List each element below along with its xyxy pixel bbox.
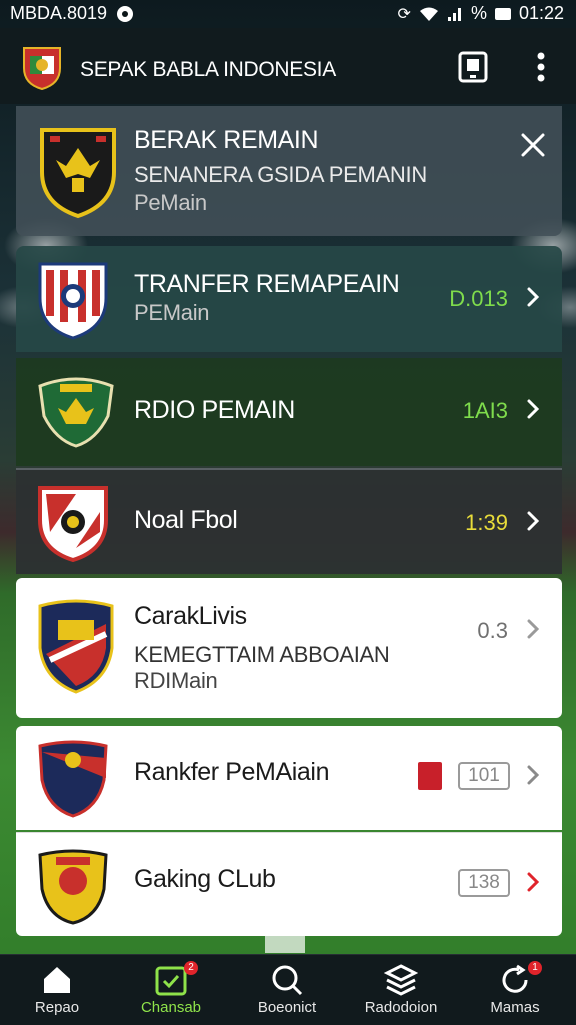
item-value: 138 bbox=[458, 869, 510, 897]
search-icon bbox=[272, 965, 303, 996]
sync-icon: ⟳ bbox=[397, 5, 411, 23]
nav-layers[interactable]: Radodoion bbox=[346, 955, 456, 1025]
chevron-right-icon[interactable] bbox=[522, 764, 544, 786]
close-icon[interactable] bbox=[520, 132, 546, 158]
bottom-navigation: Repao 2 Chansab Boeonict Radodoion 1 Mam… bbox=[0, 954, 576, 1025]
notification-icon bbox=[117, 5, 134, 22]
signal-icon bbox=[447, 7, 461, 21]
item-title: BERAK REMAIN bbox=[134, 126, 319, 154]
list-item[interactable]: Rankfer PeMAiain 101 bbox=[16, 726, 562, 830]
item-value: 101 bbox=[458, 762, 510, 790]
nav-label: Repao bbox=[34, 999, 80, 1016]
list-item[interactable]: TRANFER REMAPEAIN PEMain D.013 bbox=[16, 246, 562, 352]
club-crest-icon bbox=[38, 599, 114, 694]
club-crest-icon bbox=[23, 47, 61, 90]
nav-schedule[interactable]: 2 Chansab bbox=[116, 955, 226, 1025]
item-value: D.013 bbox=[449, 286, 508, 311]
home-icon bbox=[44, 967, 70, 993]
battery-icon bbox=[494, 7, 511, 20]
pitch-line bbox=[265, 935, 305, 953]
item-title: Rankfer PeMAiain bbox=[134, 758, 330, 786]
item-subtitle: SENANERA GSIDA PEMANIN bbox=[134, 162, 427, 187]
garuda-crest-icon bbox=[38, 377, 114, 448]
nav-home[interactable]: Repao bbox=[2, 955, 112, 1025]
item-title: TRANFER REMAPEAIN bbox=[134, 270, 400, 298]
refresh-icon bbox=[502, 964, 528, 993]
item-subtitle: PEMain bbox=[134, 300, 210, 325]
nav-label: Boeonict bbox=[257, 999, 317, 1016]
list-item[interactable]: BERAK REMAIN SENANERA GSIDA PEMANIN PeMa… bbox=[16, 106, 562, 236]
status-bar: MBDA.8019 ⟳ % 01:22 bbox=[0, 0, 576, 28]
club-crest-icon bbox=[38, 740, 108, 818]
item-detail: PeMain bbox=[134, 190, 207, 215]
chevron-right-icon[interactable] bbox=[522, 398, 544, 420]
chevron-right-icon[interactable] bbox=[522, 871, 544, 893]
status-time: 01:22 bbox=[518, 3, 564, 23]
nav-label: Mamas bbox=[490, 999, 540, 1016]
calendar-check-icon bbox=[155, 966, 187, 996]
item-title: CarakLivis bbox=[134, 602, 247, 630]
flag-icon bbox=[418, 762, 442, 790]
tablet-button[interactable] bbox=[456, 50, 490, 84]
club-crest-icon bbox=[38, 849, 108, 925]
list-item[interactable]: RDIO PEMAIN 1AI3 bbox=[16, 358, 562, 466]
nav-search[interactable]: Boeonict bbox=[232, 955, 342, 1025]
list-item[interactable]: Gaking CLub 138 bbox=[16, 832, 562, 936]
item-subtitle: KEMEGTTAIM ABBOAIAN bbox=[134, 642, 390, 667]
nav-more[interactable]: 1 Mamas bbox=[460, 955, 570, 1025]
club-crest-icon bbox=[38, 486, 108, 562]
item-title: Gaking CLub bbox=[134, 865, 276, 893]
nav-label: Chansab bbox=[140, 999, 202, 1016]
item-title: Noal Fbol bbox=[134, 506, 238, 534]
item-value: 1AI3 bbox=[462, 398, 508, 423]
more-vert-icon bbox=[537, 52, 545, 82]
status-carrier: MBDA.8019 bbox=[10, 3, 108, 23]
chevron-right-icon[interactable] bbox=[522, 286, 544, 308]
nav-label: Radodoion bbox=[364, 999, 438, 1016]
item-title: RDIO PEMAIN bbox=[134, 396, 295, 424]
app-bar: SEPAK BABLA INDONESIA bbox=[0, 28, 576, 104]
item-detail: RDIMain bbox=[134, 668, 218, 693]
wifi-icon bbox=[419, 7, 438, 21]
signal-percent: % bbox=[470, 3, 487, 23]
chevron-right-icon[interactable] bbox=[522, 618, 544, 640]
item-value: 0.3 bbox=[477, 618, 508, 643]
eagle-crest-icon bbox=[40, 128, 116, 219]
item-value: 1:39 bbox=[465, 510, 508, 535]
more-options-button[interactable] bbox=[524, 50, 558, 84]
tablet-icon bbox=[458, 51, 488, 83]
notification-badge: 1 bbox=[528, 961, 542, 975]
list-item[interactable]: Noal Fbol 1:39 bbox=[16, 468, 562, 574]
notification-badge: 2 bbox=[184, 961, 198, 975]
list-item[interactable]: CarakLivis KEMEGTTAIM ABBOAIAN RDIMain 0… bbox=[16, 578, 562, 718]
layers-icon bbox=[384, 964, 418, 996]
chevron-right-icon[interactable] bbox=[522, 510, 544, 532]
app-title: SEPAK BABLA INDONESIA bbox=[80, 58, 336, 81]
club-crest-icon bbox=[38, 262, 108, 340]
